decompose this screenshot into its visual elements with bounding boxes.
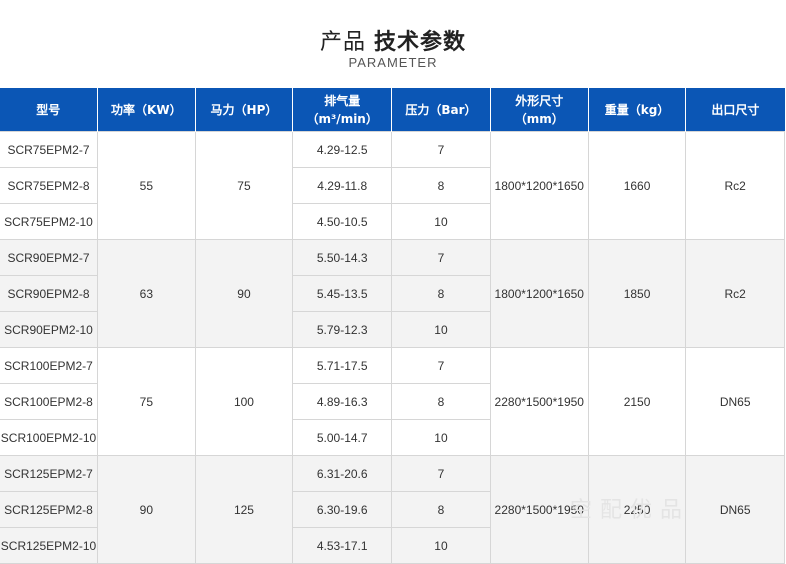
col-header-pressure: 压力（Bar） (391, 88, 491, 132)
power-cell: 55 (96, 131, 196, 240)
flow-cell: 5.00-14.7 (292, 419, 393, 456)
horsepower-cell: 75 (194, 131, 294, 240)
model-cell: SCR100EPM2-7 (0, 347, 98, 384)
page-title: 产品 技术参数 (0, 24, 786, 56)
title-light: 产品 (319, 30, 366, 55)
pressure-cell: 10 (391, 419, 491, 456)
flow-cell: 5.79-12.3 (292, 311, 393, 348)
col-header-horsepower: 马力（HP） (195, 88, 294, 132)
flow-cell: 4.89-16.3 (292, 383, 393, 420)
parameter-table: 型号 功率（KW） 马力（HP） 排气量 （m³/min） 压力（Bar） 外形尺… (0, 88, 785, 564)
flow-cell: 6.31-20.6 (292, 455, 393, 492)
pressure-cell: 10 (391, 203, 491, 240)
model-cell: SCR75EPM2-10 (0, 203, 98, 240)
pressure-cell: 10 (391, 311, 491, 348)
outlet-cell: Rc2 (685, 239, 785, 348)
flow-cell: 4.29-11.8 (292, 167, 393, 204)
dimensions-cell: 1800*1200*1650 (489, 239, 589, 348)
pressure-cell: 10 (391, 527, 491, 564)
weight-cell: 2250 (587, 455, 687, 564)
dimensions-cell: 2280*1500*1950 (489, 455, 589, 564)
page-subtitle: PARAMETER (348, 55, 438, 70)
table-row: SCR125EPM2-7 90 125 6.31-20.6 7 2280*150… (0, 455, 785, 564)
power-cell: 63 (96, 239, 196, 348)
col-header-weight: 重量（kg） (588, 88, 687, 132)
flow-cell: 4.50-10.5 (292, 203, 393, 240)
flow-cell: 4.53-17.1 (292, 527, 393, 564)
pressure-cell: 7 (391, 455, 491, 492)
page-heading: 产品 技术参数 PARAMETER (0, 0, 786, 88)
pressure-cell: 8 (391, 275, 491, 312)
model-cell: SCR125EPM2-10 (0, 527, 98, 564)
horsepower-cell: 100 (194, 347, 294, 456)
model-cell: SCR90EPM2-8 (0, 275, 98, 312)
pressure-cell: 7 (391, 131, 491, 168)
dimensions-cell: 1800*1200*1650 (489, 131, 589, 240)
col-header-power: 功率（KW） (97, 88, 196, 132)
model-cell: SCR125EPM2-7 (0, 455, 98, 492)
pressure-cell: 8 (391, 167, 491, 204)
model-cell: SCR90EPM2-10 (0, 311, 98, 348)
flow-cell: 6.30-19.6 (292, 491, 393, 528)
power-cell: 75 (96, 347, 196, 456)
col-header-outlet: 出口尺寸 (685, 88, 785, 132)
table-row: SCR100EPM2-7 75 100 5.71-17.5 7 2280*150… (0, 347, 785, 456)
model-cell: SCR125EPM2-8 (0, 491, 98, 528)
col-header-model: 型号 (0, 88, 98, 132)
power-cell: 90 (96, 455, 196, 564)
pressure-cell: 7 (391, 347, 491, 384)
title-bold: 技术参数 (374, 30, 467, 55)
pressure-cell: 8 (391, 383, 491, 420)
outlet-cell: DN65 (685, 347, 785, 456)
horsepower-cell: 125 (194, 455, 294, 564)
col-header-dimensions: 外形尺寸 （mm） (490, 88, 589, 132)
flow-cell: 5.50-14.3 (292, 239, 393, 276)
model-cell: SCR90EPM2-7 (0, 239, 98, 276)
horsepower-cell: 90 (194, 239, 294, 348)
weight-cell: 1850 (587, 239, 687, 348)
pressure-cell: 7 (391, 239, 491, 276)
table-row: SCR75EPM2-7 55 75 4.29-12.5 7 1800*1200*… (0, 131, 785, 240)
outlet-cell: DN65 (685, 455, 785, 564)
outlet-cell: Rc2 (685, 131, 785, 240)
model-cell: SCR75EPM2-8 (0, 167, 98, 204)
dimensions-cell: 2280*1500*1950 (489, 347, 589, 456)
flow-cell: 4.29-12.5 (292, 131, 393, 168)
flow-cell: 5.71-17.5 (292, 347, 393, 384)
model-cell: SCR100EPM2-10 (0, 419, 98, 456)
pressure-cell: 8 (391, 491, 491, 528)
table-row: SCR90EPM2-7 63 90 5.50-14.3 7 1800*1200*… (0, 239, 785, 348)
weight-cell: 1660 (587, 131, 687, 240)
flow-cell: 5.45-13.5 (292, 275, 393, 312)
weight-cell: 2150 (587, 347, 687, 456)
model-cell: SCR100EPM2-8 (0, 383, 98, 420)
col-header-flow: 排气量 （m³/min） (292, 88, 393, 132)
model-cell: SCR75EPM2-7 (0, 131, 98, 168)
table-header-row: 型号 功率（KW） 马力（HP） 排气量 （m³/min） 压力（Bar） 外形尺… (0, 88, 785, 132)
